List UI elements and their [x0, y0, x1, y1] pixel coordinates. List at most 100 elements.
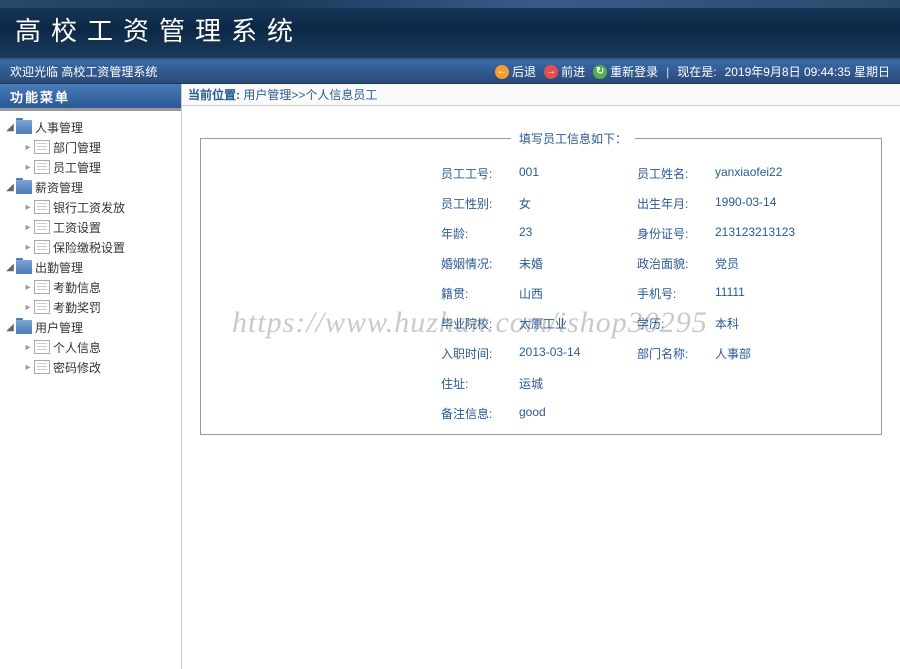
datetime-label: 现在是:	[677, 63, 716, 80]
dept-value: 人事部	[715, 345, 851, 362]
nav-bar: 欢迎光临 高校工资管理系统 后退 前进 重新登录 | 现在是: 2019年9月8…	[0, 60, 900, 84]
leaf-icon: ▸	[22, 302, 34, 313]
collapse-icon: ◢	[4, 182, 16, 193]
breadcrumb-item[interactable]: 个人信息员工	[305, 86, 377, 103]
politics-label: 政治面貌:	[637, 255, 707, 272]
native-value: 山西	[519, 285, 629, 302]
file-icon	[34, 240, 50, 254]
file-icon	[34, 220, 50, 234]
tree-label: 部门管理	[53, 139, 101, 156]
tree-item-employee[interactable]: ▸ 员工管理	[22, 157, 177, 177]
welcome-text: 欢迎光临 高校工资管理系统	[10, 63, 157, 80]
remark-label: 备注信息:	[441, 405, 511, 422]
tree-label: 考勤信息	[53, 279, 101, 296]
school-value: 太原工业	[519, 315, 629, 332]
addr-label: 住址:	[441, 375, 511, 392]
sidebar-title: 功能菜单	[0, 84, 181, 108]
breadcrumb-sep: >>	[291, 88, 305, 102]
breadcrumb: 当前位置: 用户管理 >> 个人信息员工	[182, 84, 900, 106]
idcard-value: 213123213123	[715, 225, 851, 242]
tree-label: 密码修改	[53, 359, 101, 376]
file-icon	[34, 200, 50, 214]
menu-tree: ◢ 人事管理 ▸ 部门管理 ▸ 员工管理 ◢ 薪资	[0, 111, 181, 383]
system-title: 高校工资管理系统	[15, 11, 303, 48]
tree-label: 保险缴税设置	[53, 239, 125, 256]
sidebar: 功能菜单 ◢ 人事管理 ▸ 部门管理 ▸ 员工管理	[0, 84, 182, 669]
leaf-icon: ▸	[22, 362, 34, 373]
gender-value: 女	[519, 195, 629, 212]
age-label: 年龄:	[441, 225, 511, 242]
tree-item-bankpay[interactable]: ▸ 银行工资发放	[22, 197, 177, 217]
emp-name-value: yanxiaofei22	[715, 165, 851, 182]
hire-label: 入职时间:	[441, 345, 511, 362]
collapse-icon: ◢	[4, 122, 16, 133]
marriage-value: 未婚	[519, 255, 629, 272]
tree-item-profile[interactable]: ▸ 个人信息	[22, 337, 177, 357]
leaf-icon: ▸	[22, 222, 34, 233]
tree-item-attinfo[interactable]: ▸ 考勤信息	[22, 277, 177, 297]
tree-label: 工资设置	[53, 219, 101, 236]
back-icon	[495, 65, 509, 79]
addr-value: 运城	[519, 375, 851, 392]
hire-value: 2013-03-14	[519, 345, 629, 362]
remark-value: good	[519, 405, 851, 422]
idcard-label: 身份证号:	[637, 225, 707, 242]
forward-icon	[544, 65, 558, 79]
dept-label: 部门名称:	[637, 345, 707, 362]
collapse-icon: ◢	[4, 262, 16, 273]
tree-label: 用户管理	[35, 319, 83, 336]
collapse-icon: ◢	[4, 322, 16, 333]
tree-label: 出勤管理	[35, 259, 83, 276]
emp-id-label: 员工工号:	[441, 165, 511, 182]
app-header: 高校工资管理系统	[0, 0, 900, 60]
phone-value: 11111	[715, 285, 851, 302]
nav-welcome: 欢迎光临 高校工资管理系统	[10, 63, 157, 80]
leaf-icon: ▸	[22, 342, 34, 353]
relogin-icon	[593, 65, 607, 79]
leaf-icon: ▸	[22, 242, 34, 253]
tree-item-salaryset[interactable]: ▸ 工资设置	[22, 217, 177, 237]
tree-section-attendance[interactable]: ◢ 出勤管理	[4, 257, 177, 277]
emp-id-value: 001	[519, 165, 629, 182]
age-value: 23	[519, 225, 629, 242]
file-icon	[34, 340, 50, 354]
tree-label: 个人信息	[53, 339, 101, 356]
leaf-icon: ▸	[22, 162, 34, 173]
tree-label: 银行工资发放	[53, 199, 125, 216]
back-button[interactable]: 后退	[495, 63, 536, 80]
file-icon	[34, 280, 50, 294]
fieldset-legend: 填写员工信息如下：	[511, 130, 635, 147]
tree-item-attbonus[interactable]: ▸ 考勤奖罚	[22, 297, 177, 317]
birth-value: 1990-03-14	[715, 195, 851, 212]
leaf-icon: ▸	[22, 282, 34, 293]
breadcrumb-item[interactable]: 用户管理	[243, 86, 291, 103]
file-icon	[34, 160, 50, 174]
leaf-icon: ▸	[22, 142, 34, 153]
tree-item-password[interactable]: ▸ 密码修改	[22, 357, 177, 377]
politics-value: 党员	[715, 255, 851, 272]
folder-icon	[16, 120, 32, 134]
school-label: 毕业院校:	[441, 315, 511, 332]
folder-icon	[16, 180, 32, 194]
folder-icon	[16, 320, 32, 334]
gender-label: 员工性别:	[441, 195, 511, 212]
tree-label: 员工管理	[53, 159, 101, 176]
content-area: 当前位置: 用户管理 >> 个人信息员工 填写员工信息如下： 员工工号: 001…	[182, 84, 900, 669]
birth-label: 出生年月:	[637, 195, 707, 212]
forward-button[interactable]: 前进	[544, 63, 585, 80]
edu-label: 学历:	[637, 315, 707, 332]
tree-section-hr[interactable]: ◢ 人事管理	[4, 117, 177, 137]
relogin-button[interactable]: 重新登录	[593, 63, 658, 80]
tree-label: 人事管理	[35, 119, 83, 136]
native-label: 籍贯:	[441, 285, 511, 302]
tree-label: 考勤奖罚	[53, 299, 101, 316]
tree-label: 薪资管理	[35, 179, 83, 196]
emp-name-label: 员工姓名:	[637, 165, 707, 182]
file-icon	[34, 140, 50, 154]
datetime-value: 2019年9月8日 09:44:35 星期日	[725, 63, 890, 80]
tree-section-salary[interactable]: ◢ 薪资管理	[4, 177, 177, 197]
tree-section-user[interactable]: ◢ 用户管理	[4, 317, 177, 337]
tree-item-insurance[interactable]: ▸ 保险缴税设置	[22, 237, 177, 257]
tree-item-dept[interactable]: ▸ 部门管理	[22, 137, 177, 157]
phone-label: 手机号:	[637, 285, 707, 302]
